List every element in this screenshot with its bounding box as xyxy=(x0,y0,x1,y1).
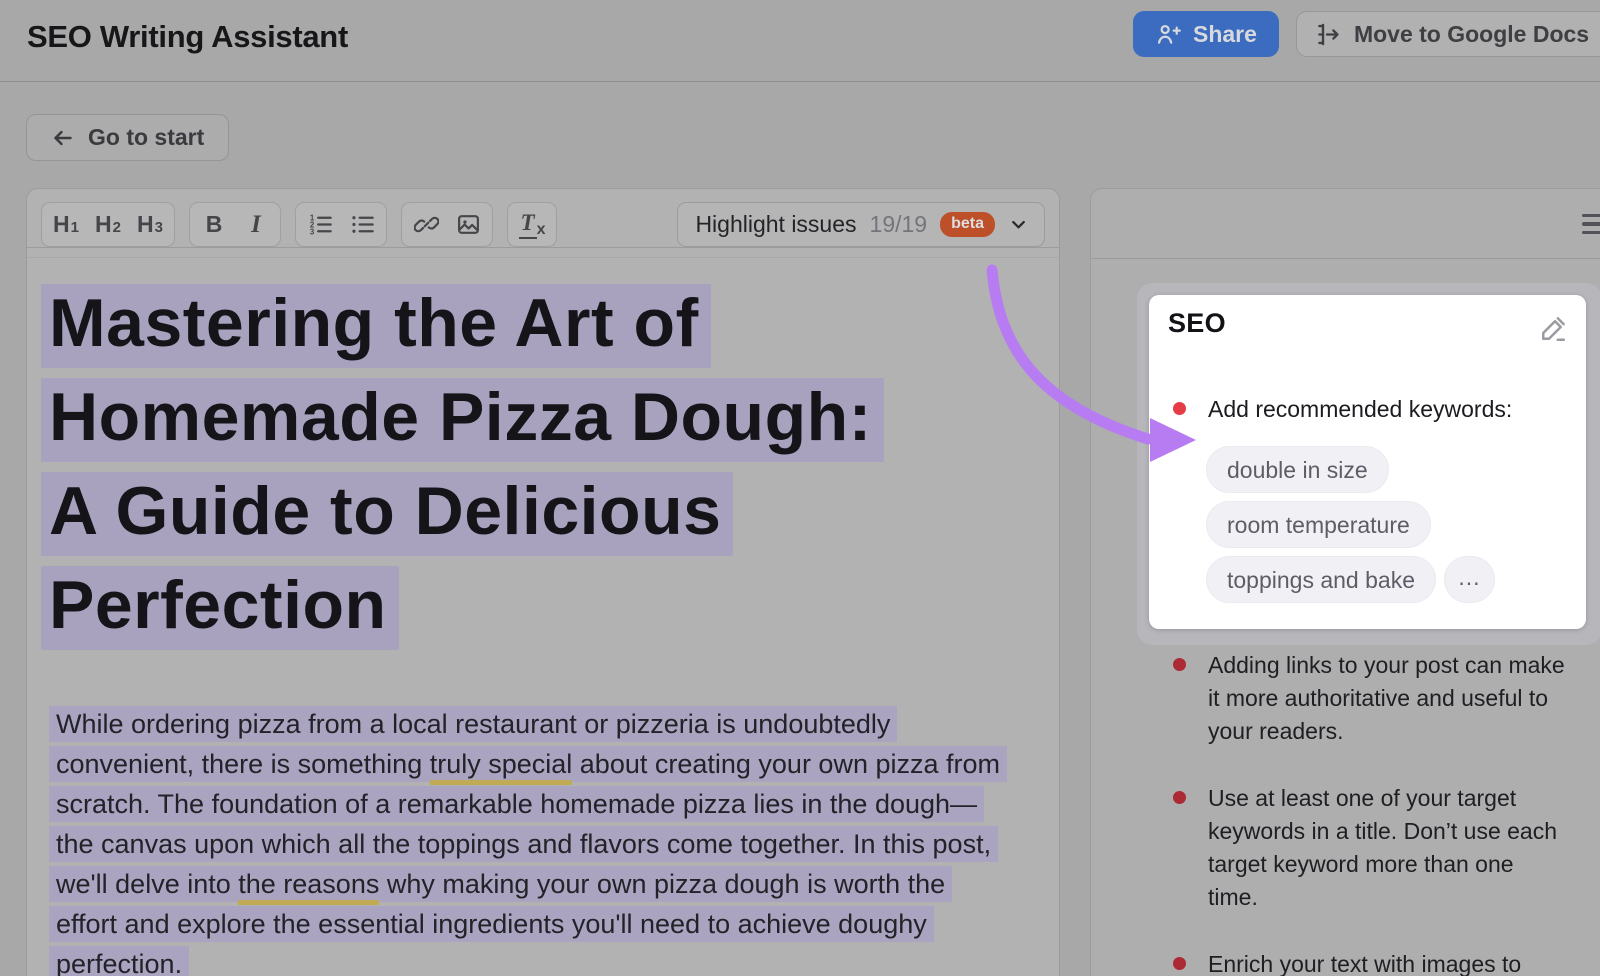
tip-text: Use at least one of your target keywords… xyxy=(1208,782,1568,914)
arrow-left-icon xyxy=(51,126,75,150)
document-paragraph: While ordering pizza from a local restau… xyxy=(49,704,1001,976)
link-button[interactable] xyxy=(405,205,447,244)
keyword-pill[interactable]: double in size xyxy=(1206,446,1389,493)
heading-line: A Guide to Delicious xyxy=(41,472,733,556)
editor-toolbar: H1 H2 H3 B I 1 2 3 xyxy=(27,189,1059,248)
image-button[interactable] xyxy=(447,205,489,244)
person-add-icon xyxy=(1155,21,1182,48)
keyword-pill[interactable]: room temperature xyxy=(1206,501,1431,548)
beta-badge: beta xyxy=(940,212,995,237)
highlight-issues-dropdown[interactable]: Highlight issues 19/19 beta xyxy=(677,202,1045,247)
bold-button[interactable]: B xyxy=(193,205,235,244)
edit-keywords-button[interactable] xyxy=(1537,313,1569,345)
italic-button[interactable]: I xyxy=(235,205,277,244)
issue-dot-icon xyxy=(1173,402,1186,415)
menu-icon[interactable] xyxy=(1582,214,1600,234)
more-keywords-button[interactable]: ... xyxy=(1444,556,1495,603)
bullet-list-icon xyxy=(349,211,376,238)
keyword-pills: double in size room temperature toppings… xyxy=(1206,446,1495,603)
image-icon xyxy=(456,212,481,237)
insert-button-group xyxy=(401,202,493,247)
issue-dot-icon xyxy=(1173,791,1186,804)
editor-panel: H1 H2 H3 B I 1 2 3 xyxy=(26,188,1060,976)
bullet-list-button[interactable] xyxy=(341,205,383,244)
tip-text: Adding links to your post can make it mo… xyxy=(1208,649,1568,748)
svg-text:3: 3 xyxy=(309,228,314,237)
go-to-start-button[interactable]: Go to start xyxy=(26,114,229,161)
flagged-phrase: truly special xyxy=(430,749,573,785)
keyword-pill[interactable]: toppings and bake xyxy=(1206,556,1436,603)
list-item: Adding links to your post can make it mo… xyxy=(1173,649,1569,748)
recommendations-panel: SEO Add recommended keywords: double in … xyxy=(1090,188,1600,976)
seo-card: SEO Add recommended keywords: double in … xyxy=(1149,295,1586,629)
style-button-group: B I xyxy=(189,202,281,247)
ordered-list-button[interactable]: 1 2 3 xyxy=(299,205,341,244)
share-button[interactable]: Share xyxy=(1133,11,1279,57)
h3-button[interactable]: H3 xyxy=(129,205,171,244)
document-heading: Mastering the Art of Homemade Pizza Doug… xyxy=(41,284,1035,650)
heading-line: Homemade Pizza Dough: xyxy=(41,378,884,462)
seo-card-title: SEO xyxy=(1168,308,1226,339)
list-button-group: 1 2 3 xyxy=(295,202,387,247)
heading-button-group: H1 H2 H3 xyxy=(41,202,175,247)
page-title: SEO Writing Assistant xyxy=(27,19,348,55)
pencil-icon xyxy=(1538,314,1568,344)
tip-text: Enrich your text with images to xyxy=(1208,948,1568,976)
heading-line: Mastering the Art of xyxy=(41,284,711,368)
seo-recommendation: Add recommended keywords: xyxy=(1173,397,1512,421)
ordered-list-icon: 1 2 3 xyxy=(307,211,334,238)
issue-dot-icon xyxy=(1173,957,1186,970)
highlight-issues-label: Highlight issues xyxy=(695,211,856,238)
list-item: Use at least one of your target keywords… xyxy=(1173,782,1569,914)
share-button-label: Share xyxy=(1193,21,1257,48)
editor-content[interactable]: Mastering the Art of Homemade Pizza Doug… xyxy=(27,257,1059,976)
export-docs-icon xyxy=(1314,21,1341,48)
recommendation-label: Add recommended keywords: xyxy=(1208,397,1512,421)
chevron-down-icon xyxy=(1008,214,1029,235)
issue-dot-icon xyxy=(1173,658,1186,671)
heading-line: Perfection xyxy=(41,566,399,650)
move-button-label: Move to Google Docs xyxy=(1354,21,1589,48)
recommendations-panel-header xyxy=(1091,189,1600,259)
app-header: SEO Writing Assistant Share M xyxy=(0,0,1600,82)
h1-button[interactable]: H1 xyxy=(45,205,87,244)
move-to-google-docs-button[interactable]: Move to Google Docs xyxy=(1296,11,1600,57)
flagged-phrase: the reasons xyxy=(238,869,379,905)
h2-button[interactable]: H2 xyxy=(87,205,129,244)
go-to-start-label: Go to start xyxy=(88,124,204,151)
issues-count: 19/19 xyxy=(870,211,928,238)
link-icon xyxy=(414,212,439,237)
clear-format-group: Tx xyxy=(507,202,557,247)
header-actions: Share Move to Google Docs xyxy=(1133,11,1600,57)
list-item: Enrich your text with images to xyxy=(1173,948,1569,976)
recommendation-list: Adding links to your post can make it mo… xyxy=(1173,649,1569,976)
clear-formatting-button[interactable]: Tx xyxy=(511,205,553,244)
